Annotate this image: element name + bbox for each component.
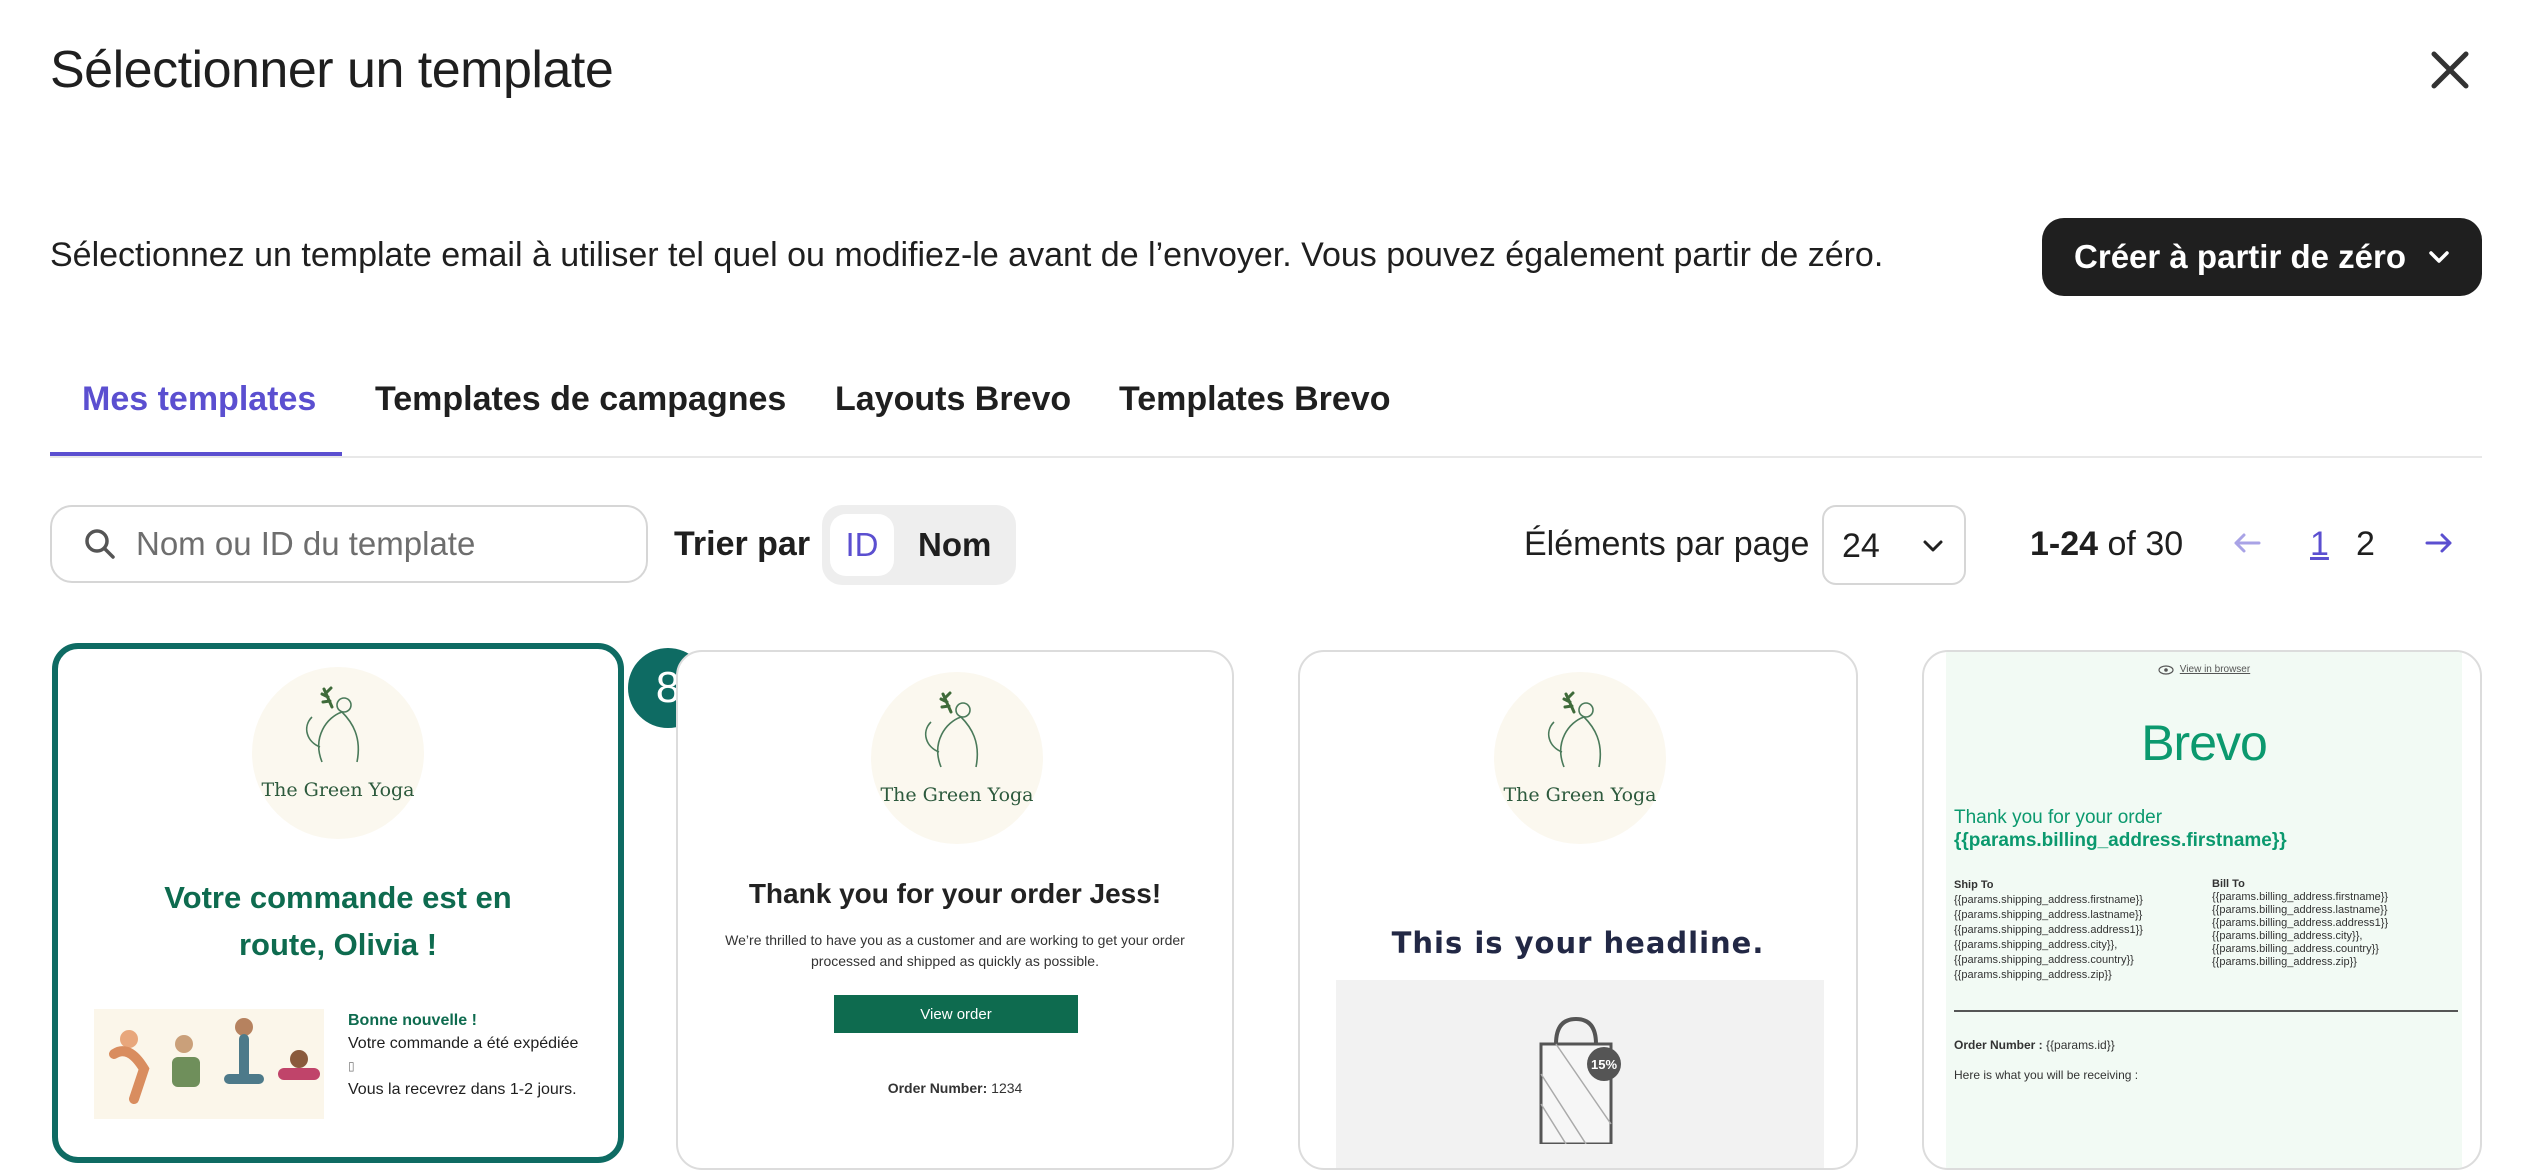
bill-to-line: {{params.billing_address.zip}}	[2212, 956, 2357, 968]
ship-to-block: Ship To {{params.shipping_address.firstn…	[1954, 878, 2143, 983]
card-headline: Votre commande est en route, Olivia !	[58, 874, 618, 968]
card-headline: This is your headline.	[1391, 926, 1765, 960]
search-input[interactable]	[134, 524, 608, 564]
logo-text: The Green Yoga	[1503, 784, 1657, 806]
brevo-logo: Brevo	[2141, 715, 2268, 771]
yoga-figure-icon	[924, 691, 979, 768]
discount-label: 15%	[1591, 1057, 1617, 1072]
bill-to-label: Bill To	[2212, 878, 2245, 890]
template-card-2[interactable]: The Green Yoga Thank you for your order …	[676, 650, 1234, 1170]
yoga-logo: The Green Yoga	[871, 672, 1043, 844]
card-headline-line-2: route, Olivia !	[238, 927, 438, 962]
template-card-3[interactable]: The Green Yoga This is your headline. 15…	[1298, 650, 1858, 1170]
order-number: Order Number: 1234	[678, 1080, 1232, 1096]
page-1-link[interactable]: 1	[2310, 525, 2329, 564]
yoga-figure-icon	[305, 686, 360, 763]
arrow-right-icon[interactable]	[2424, 528, 2454, 563]
search-icon	[85, 529, 115, 559]
yoga-logo: The Green Yoga	[252, 667, 424, 839]
brevo-order-number: Order Number : {{params.id}}	[1954, 1038, 2115, 1052]
thank-you-line-1: Thank you for your order	[1954, 807, 2163, 828]
bill-to-line: {{params.billing_address.city}},	[2212, 930, 2363, 942]
tab-templates-brevo[interactable]: Templates Brevo	[1119, 380, 1390, 419]
create-from-scratch-button[interactable]: Créer à partir de zéro	[2042, 218, 2482, 296]
chevron-down-icon	[2429, 251, 2449, 263]
delivery-text: Vous la recevrez dans 1-2 jours.	[348, 1081, 577, 1098]
yoga-logo: The Green Yoga	[1494, 672, 1666, 844]
ship-to-line: {{params.shipping_address.address1}}	[1954, 924, 2143, 936]
yoga-figure-icon	[1547, 691, 1602, 768]
ship-to-line: {{params.shipping_address.firstname}}	[1954, 894, 2143, 906]
card-headline-line-1: Votre commande est en	[164, 880, 512, 915]
eye-icon	[2158, 664, 2174, 675]
card-body: We’re thrilled to have you as a customer…	[678, 930, 1232, 972]
logo-text: The Green Yoga	[261, 779, 415, 801]
card-body-line-2: processed and shipped as quickly as poss…	[811, 953, 1099, 969]
order-number-value: 1234	[991, 1080, 1023, 1096]
ship-to-line: {{params.shipping_address.city}},	[1954, 939, 2118, 951]
tab-templates-de-campagnes[interactable]: Templates de campagnes	[375, 380, 786, 419]
card-news-block: Bonne nouvelle ! Votre commande a été ex…	[348, 1009, 578, 1101]
product-image: 15%	[1336, 980, 1824, 1168]
shopping-bag-icon: 15%	[1539, 1016, 1621, 1144]
per-page-select[interactable]: 24	[1822, 505, 1966, 585]
range-bold: 1-24	[2030, 525, 2099, 563]
chevron-down-icon	[1923, 540, 1943, 552]
glyph-placeholder-icon: ▯	[348, 1059, 355, 1073]
template-card-1[interactable]: The Green Yoga Votre commande est en rou…	[52, 643, 624, 1163]
yoga-illustration	[94, 1009, 324, 1119]
ship-to-line: {{params.shipping_address.lastname}}	[1954, 909, 2143, 921]
good-news-text: Bonne nouvelle !	[348, 1012, 477, 1029]
per-page-value: 24	[1842, 527, 1880, 565]
sort-by-name-button[interactable]: Nom	[918, 526, 991, 564]
tab-mes-templates[interactable]: Mes templates	[82, 380, 316, 419]
ship-to-line: {{params.shipping_address.zip}}	[1954, 969, 2112, 981]
modal-description: Sélectionnez un template email à utilise…	[50, 236, 1884, 274]
view-order-button: View order	[834, 995, 1078, 1033]
tab-layouts-brevo[interactable]: Layouts Brevo	[835, 380, 1071, 419]
page-2-link[interactable]: 2	[2356, 525, 2375, 564]
sort-by-id-button[interactable]: ID	[830, 514, 894, 576]
brevo-order-label: Order Number :	[1954, 1038, 2043, 1052]
divider	[1954, 1010, 2458, 1012]
create-from-scratch-label: Créer à partir de zéro	[2074, 238, 2406, 275]
thank-you-line-2: {{params.billing_address.firstname}}	[1954, 830, 2287, 851]
thank-you-heading: Thank you for your order {{params.billin…	[1954, 806, 2287, 852]
ship-to-label: Ship To	[1954, 879, 1994, 891]
close-icon[interactable]	[2424, 44, 2476, 96]
shipped-text: Votre commande a été expédiée	[348, 1035, 579, 1052]
brevo-order-value: {{params.id}}	[2046, 1038, 2115, 1052]
range-rest: of 30	[2107, 525, 2184, 563]
view-in-browser-link: View in browser	[2179, 664, 2251, 675]
per-page-label: Éléments par page	[1524, 525, 1810, 563]
sort-label: Trier par	[674, 525, 811, 563]
arrow-left-icon[interactable]	[2232, 528, 2262, 563]
ship-to-line: {{params.shipping_address.country}}	[1954, 954, 2134, 966]
bill-to-line: {{params.billing_address.address1}}	[2212, 917, 2389, 929]
bill-to-line: {{params.billing_address.firstname}}	[2212, 891, 2389, 903]
active-tab-indicator	[50, 452, 342, 456]
bill-to-line: {{params.billing_address.country}}	[2212, 943, 2379, 955]
logo-text: The Green Yoga	[880, 784, 1034, 806]
card-body-line-1: We’re thrilled to have you as a customer…	[725, 932, 1185, 948]
search-box[interactable]	[50, 505, 648, 583]
modal-title: Sélectionner un template	[50, 41, 614, 99]
sort-toggle: ID Nom	[822, 505, 1016, 585]
card-headline: Thank you for your order Jess!	[748, 878, 1162, 909]
receiving-text: Here is what you will be receiving :	[1954, 1068, 2139, 1082]
order-number-label: Order Number:	[887, 1080, 988, 1096]
view-in-browser: View in browser	[1946, 664, 2462, 675]
template-tabs: Mes templates Templates de campagnes Lay…	[50, 370, 2482, 458]
bill-to-block: Bill To {{params.billing_address.firstna…	[2212, 878, 2388, 969]
pagination-range: 1-24 of 30	[2030, 525, 2183, 564]
brevo-email-preview: View in browser Brevo Thank you for your…	[1946, 652, 2462, 1168]
bill-to-line: {{params.billing_address.lastname}}	[2212, 904, 2388, 916]
template-card-4[interactable]: View in browser Brevo Thank you for your…	[1922, 650, 2482, 1170]
